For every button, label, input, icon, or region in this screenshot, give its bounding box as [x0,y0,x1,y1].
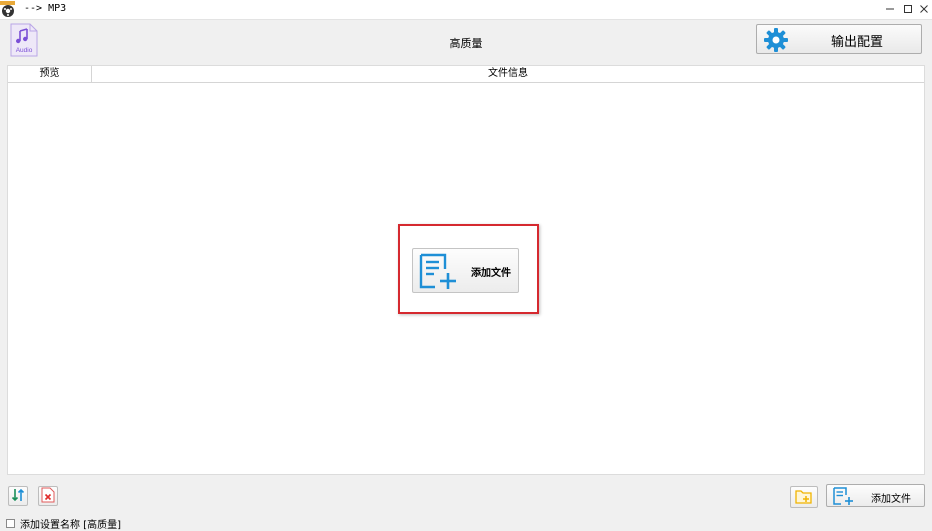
add-setting-name-checkbox[interactable] [6,518,15,528]
add-folder-button[interactable] [790,486,818,508]
remove-icon [41,487,55,506]
close-icon[interactable] [917,2,931,16]
add-setting-name-label: 添加设置名称 [高质量] [20,519,121,531]
minimize-icon[interactable] [883,2,897,16]
add-file-small-icon [833,487,855,508]
output-config-button[interactable]: 输出配置 [756,24,922,54]
toolbar: Audio 高质量 输出配置 [0,20,932,65]
sort-icon [11,488,25,505]
remove-button[interactable] [38,486,58,506]
add-folder-icon [795,488,813,507]
add-file-icon [418,252,462,293]
bottom-bar: 添加文件 添加设置名称 [高质量] [0,475,932,531]
add-file-label: 添加文件 [871,494,911,505]
output-config-label: 输出配置 [830,35,883,50]
add-setting-name-checkbox-row[interactable]: 添加设置名称 [高质量] [6,517,121,531]
add-file-center-label: 添加文件 [471,268,511,279]
film-reel-app-icon [0,1,17,18]
sort-button[interactable] [8,486,28,506]
maximize-icon[interactable] [901,2,915,16]
gear-icon [763,27,789,56]
column-header-preview[interactable]: 预览 [8,66,92,82]
file-list-header: 预览 文件信息 [8,66,924,83]
title-bar: --> MP3 [0,0,932,20]
add-file-center-button[interactable]: 添加文件 [412,248,519,293]
add-file-button[interactable]: 添加文件 [826,484,925,507]
window-title: --> MP3 [24,3,67,14]
column-header-file-info[interactable]: 文件信息 [92,66,924,82]
